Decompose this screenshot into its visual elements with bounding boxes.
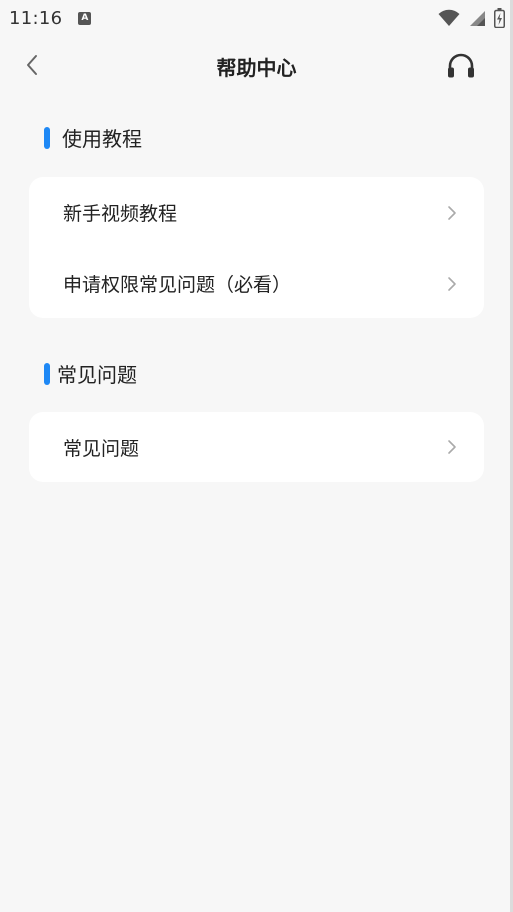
list-item-label: 申请权限常见问题（必看）	[63, 274, 292, 296]
header: 帮助中心	[0, 36, 513, 96]
list-item-label: 常见问题	[63, 437, 140, 460]
section-title-faq: 常见问题	[44, 359, 137, 388]
tutorials-card: 新手视频教程 申请权限常见问题（必看）	[29, 177, 484, 318]
headphones-icon	[448, 53, 474, 78]
chevron-right-icon	[448, 276, 456, 291]
status-left: 11:16 A	[9, 7, 92, 29]
list-item-label: 新手视频教程	[63, 203, 178, 225]
status-time: 11:16	[9, 7, 63, 29]
list-item-permission-faq[interactable]: 申请权限常见问题（必看）	[29, 248, 484, 319]
section-accent-bar	[44, 126, 50, 149]
wifi-icon	[438, 9, 460, 26]
section-accent-bar	[44, 362, 50, 385]
faq-card: 常见问题	[29, 412, 484, 482]
section-title-label: 常见问题	[57, 363, 137, 387]
status-bar: 11:16 A	[0, 0, 513, 36]
section-title-tutorials: 使用教程	[44, 123, 142, 152]
signal-icon	[470, 11, 485, 26]
chevron-right-icon	[448, 440, 456, 454]
list-item-faq[interactable]: 常见问题	[29, 412, 484, 482]
battery-icon	[494, 8, 505, 28]
page-title: 帮助中心	[216, 56, 297, 80]
status-icons	[438, 8, 505, 28]
list-item-video-tutorial[interactable]: 新手视频教程	[29, 177, 484, 248]
notification-icon: A	[78, 11, 92, 25]
section-title-label: 使用教程	[62, 127, 142, 151]
chevron-right-icon	[448, 205, 456, 220]
customer-service-button[interactable]	[444, 50, 478, 82]
